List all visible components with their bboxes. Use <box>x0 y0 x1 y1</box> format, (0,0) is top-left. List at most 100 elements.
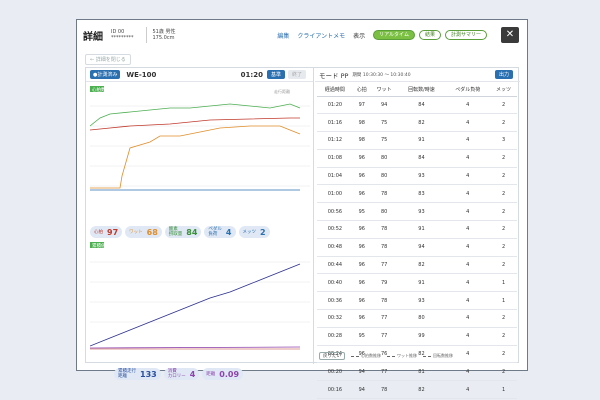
table-row: 01:16 98 75 82 4 2 <box>317 113 517 133</box>
table-row: 00:32 96 77 80 4 2 <box>317 309 517 328</box>
table-cell: 77 <box>370 362 398 382</box>
cumulative-badges: 累積走行 距離 133 消費 カロリー 4 距離 0.09 <box>114 368 314 380</box>
legend-heart: 心拍数推移 <box>351 353 381 359</box>
table-cell: 4 <box>445 380 491 400</box>
table-cell: 00:36 <box>317 291 353 311</box>
chart2-label: 累積値 <box>92 242 106 249</box>
client-id: ID 00 ********* <box>111 29 134 41</box>
table-cell: 2 <box>490 184 517 204</box>
table-cell: 2 <box>490 238 517 257</box>
table-cell: 93 <box>397 202 446 222</box>
table-cell: 91 <box>397 131 446 150</box>
table-cell: 00:32 <box>317 309 353 328</box>
table-cell: 78 <box>370 238 398 257</box>
table-row: 00:48 96 78 94 4 2 <box>317 238 517 257</box>
column-header: 心拍 <box>352 84 371 97</box>
table-cell: 01:20 <box>317 96 353 115</box>
table-cell: 93 <box>397 291 446 311</box>
table-cell: 2 <box>490 149 517 168</box>
table-cell: 00:40 <box>317 273 353 293</box>
period-text: 期間 10:30:30 〜 10:30:40 <box>352 72 411 78</box>
table-cell: 2 <box>490 167 517 186</box>
table-cell: 96 <box>352 238 371 257</box>
table-cell: 78 <box>370 380 398 400</box>
column-header: ペダル負荷 <box>445 84 491 97</box>
elapsed-time: 01:20 <box>240 70 263 79</box>
realtime-button[interactable]: リアルタイム <box>373 30 415 40</box>
table-cell: 82 <box>397 380 446 400</box>
table-cell: 00:16 <box>317 380 353 400</box>
table-row: 01:12 98 75 91 4 3 <box>317 131 517 150</box>
table-cell: 96 <box>352 273 371 293</box>
badge-calorie: 消費 カロリー 4 <box>163 368 200 380</box>
calorie-line <box>90 346 301 349</box>
table-cell: 96 <box>352 256 371 275</box>
result-button[interactable]: 結果 <box>418 30 441 40</box>
table-cell: 4 <box>445 291 491 311</box>
table-cell: 2 <box>490 96 517 115</box>
right-panel: モード PP 期間 10:30:30 〜 10:30:40 出力 経過時間 心拍ワ… <box>315 68 520 400</box>
client-memo-link[interactable]: クライアントメモ <box>297 31 345 40</box>
realtime-badges: 心拍 97 ワット 68 酸素 摂取量 84 ペダル 負荷 4 メッツ 2 <box>90 226 310 238</box>
table-cell: 94 <box>370 96 398 115</box>
export-button[interactable]: 出力 <box>494 70 513 79</box>
back-list-button[interactable]: 戻りたい <box>319 352 345 360</box>
table-cell: 78 <box>370 184 398 204</box>
table-cell: 2 <box>490 113 517 133</box>
table-cell: 78 <box>370 291 398 311</box>
cumulative-chart: 累積値 <box>90 242 310 350</box>
table-cell: 01:00 <box>317 184 353 204</box>
table-cell: 4 <box>445 202 491 222</box>
chart1-label: 心拍数 <box>92 86 106 93</box>
table-cell: 95 <box>352 202 371 222</box>
column-header: 経過時間 <box>317 84 353 97</box>
table-cell: 78 <box>370 220 398 239</box>
table-cell: 1 <box>490 291 517 311</box>
mode-title: モード PP <box>319 71 349 80</box>
table-cell: 4 <box>445 238 491 257</box>
table-cell: 97 <box>352 96 371 115</box>
table-cell: 98 <box>352 113 371 133</box>
close-icon[interactable]: ✕ <box>501 27 519 43</box>
detail-window: 詳細 ID 00 ********* 51歳 男性 175.0cm 編集 クライアン… <box>76 19 528 400</box>
baseline-button[interactable]: 基準 <box>266 70 285 79</box>
table-cell: 01:08 <box>317 149 353 168</box>
legend-watt: ワット推移 <box>387 353 417 359</box>
badge-cumulative-distance: 累積走行 距離 133 <box>114 368 161 380</box>
table-cell: 82 <box>397 113 446 133</box>
table-cell: 75 <box>370 113 398 133</box>
legend-rpm: 回転数推移 <box>423 353 453 359</box>
table-cell: 1 <box>490 380 517 400</box>
table-cell: 4 <box>445 96 491 115</box>
table-row: 00:28 95 77 99 4 2 <box>317 327 517 346</box>
edit-link[interactable]: 編集 <box>277 31 289 40</box>
table-cell: 77 <box>370 256 398 275</box>
table-cell: 79 <box>370 273 398 293</box>
table-row: 01:08 96 80 84 4 2 <box>317 149 517 168</box>
table-cell: 01:12 <box>317 131 353 150</box>
table-cell: 98 <box>352 131 371 150</box>
table-cell: 96 <box>352 309 371 328</box>
table-cell: 81 <box>397 362 446 382</box>
table-cell: 00:56 <box>317 202 353 222</box>
realtime-chart: 心拍数 走行距離 <box>90 86 310 191</box>
header: 詳細 ID 00 ********* 51歳 男性 175.0cm 編集 クライアン… <box>77 20 527 50</box>
table-cell: 80 <box>397 309 446 328</box>
summary-button[interactable]: 計測サマリー <box>444 30 487 40</box>
table-cell: 84 <box>397 96 446 115</box>
table-cell: 77 <box>370 327 398 346</box>
end-button[interactable]: 終了 <box>287 70 306 79</box>
column-header: 回転数/時速 <box>397 84 446 97</box>
badge-pedal-load: ペダル 負荷 4 <box>204 226 236 238</box>
table-cell: 96 <box>352 220 371 239</box>
rpm-line <box>90 125 301 189</box>
table-cell: 01:16 <box>317 113 353 133</box>
table-row: 01:00 96 78 83 4 2 <box>317 184 517 204</box>
table-row: 00:36 96 78 93 4 1 <box>317 291 517 311</box>
table-cell: 83 <box>397 184 446 204</box>
back-button[interactable]: ← 詳細を閉じる <box>85 54 131 65</box>
table-cell: 96 <box>352 149 371 168</box>
table-cell: 00:48 <box>317 238 353 257</box>
table-cell: 3 <box>490 131 517 150</box>
table-cell: 94 <box>397 238 446 257</box>
